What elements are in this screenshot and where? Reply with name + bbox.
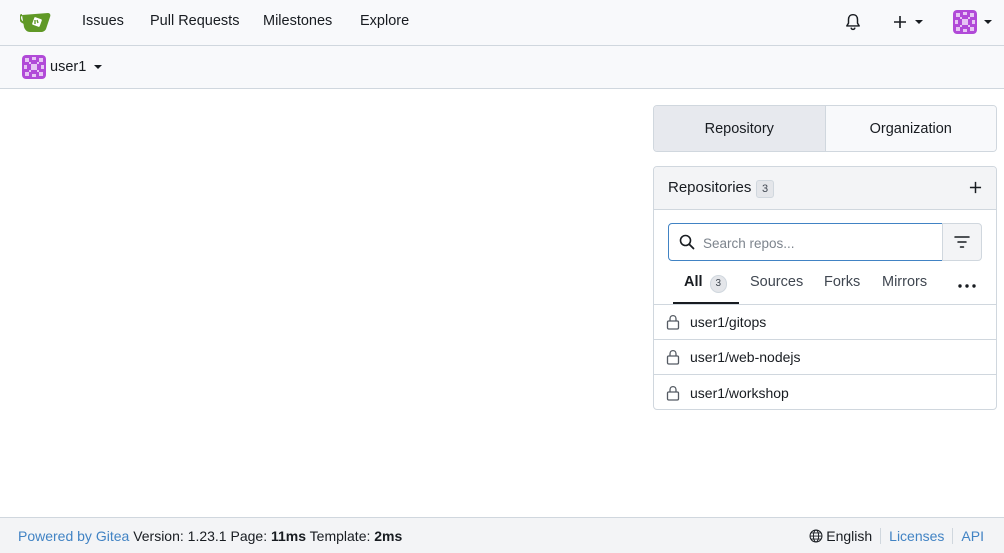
repositories-count-badge: 3 [756, 180, 775, 198]
footer-divider [952, 528, 954, 544]
template-time-value: 2ms [374, 528, 403, 544]
repo-search-input[interactable] [703, 233, 933, 253]
nav-explore[interactable]: Explore [360, 13, 409, 29]
tab-repository[interactable]: Repository [654, 106, 826, 151]
nav-milestones[interactable]: Milestones [263, 13, 332, 29]
repositories-title: Repositories [668, 179, 752, 196]
kebab-horizontal-icon [958, 284, 976, 288]
chevron-down-icon [915, 20, 923, 24]
context-user-switcher[interactable]: user1 [22, 55, 103, 79]
more-tabs-button[interactable] [958, 277, 976, 288]
tab-sources[interactable]: Sources [750, 274, 803, 304]
create-menu-button[interactable] [893, 9, 923, 35]
active-tab-indicator [673, 302, 739, 304]
powered-by-link[interactable]: Powered by Gitea [18, 528, 129, 544]
language-label: English [826, 528, 873, 544]
plus-icon [894, 16, 906, 28]
plus-icon [969, 181, 982, 194]
tab-mirrors[interactable]: Mirrors [882, 274, 927, 304]
footer-links: English Licenses API [809, 528, 984, 544]
footer-info: Powered by Gitea Version: 1.23.1 Page: 1… [18, 528, 402, 544]
version-label: Version: [133, 528, 184, 544]
new-repository-button[interactable] [969, 178, 982, 198]
lock-icon [666, 385, 680, 401]
list-item[interactable]: user1/gitops [654, 305, 996, 340]
repo-name-link[interactable]: user1/web-nodejs [690, 349, 801, 365]
repositories-header: Repositories 3 [654, 167, 996, 210]
notifications-button[interactable] [844, 9, 862, 35]
version-value: 1.23.1 [187, 528, 227, 544]
page-time-value: 11ms [270, 528, 307, 544]
nav-issues[interactable]: Issues [82, 13, 124, 29]
tab-all-label: All [684, 274, 703, 290]
repo-list: user1/gitops user1/web-nodejs user1/work… [654, 305, 996, 409]
chevron-down-icon [94, 65, 103, 69]
repo-filter-button[interactable] [942, 223, 982, 261]
lock-icon [666, 349, 680, 365]
top-navbar: Issues Pull Requests Milestones Explore [0, 0, 1004, 46]
avatar [22, 55, 46, 79]
repo-search-box [668, 223, 943, 261]
footer-divider [880, 528, 882, 544]
list-item[interactable]: user1/web-nodejs [654, 340, 996, 375]
repo-name-link[interactable]: user1/workshop [690, 385, 789, 401]
tab-all-count-badge: 3 [709, 275, 728, 293]
api-link[interactable]: API [961, 528, 984, 544]
filter-icon [954, 236, 970, 248]
licenses-link[interactable]: Licenses [889, 528, 944, 544]
user-menu-button[interactable] [953, 9, 992, 35]
avatar [953, 10, 977, 34]
globe-icon [809, 529, 823, 543]
tab-organization[interactable]: Organization [825, 106, 996, 151]
page-time-label: Page: [230, 528, 268, 544]
chevron-down-icon [984, 20, 992, 24]
bell-icon [846, 13, 860, 31]
list-item[interactable]: user1/workshop [654, 375, 996, 409]
page-footer: Powered by Gitea Version: 1.23.1 Page: 1… [0, 517, 1004, 553]
tab-forks[interactable]: Forks [824, 274, 860, 304]
tab-all[interactable]: All 3 [684, 274, 728, 304]
repositories-panel: Repositories 3 All 3 Sources Forks [653, 166, 997, 410]
repo-filter-tabs: All 3 Sources Forks Mirrors [654, 267, 996, 305]
lock-icon [666, 314, 680, 330]
search-icon [679, 234, 695, 250]
repo-name-link[interactable]: user1/gitops [690, 314, 766, 330]
template-time-label: Template: [309, 528, 371, 544]
nav-pull-requests[interactable]: Pull Requests [150, 13, 239, 29]
context-user-name: user1 [50, 59, 87, 75]
language-selector[interactable]: English [809, 528, 872, 544]
dashboard-type-switcher: Repository Organization [653, 105, 997, 152]
gitea-logo-icon[interactable] [20, 9, 52, 35]
dashboard-context-bar: user1 [0, 46, 1004, 89]
repo-search-row [668, 223, 983, 261]
